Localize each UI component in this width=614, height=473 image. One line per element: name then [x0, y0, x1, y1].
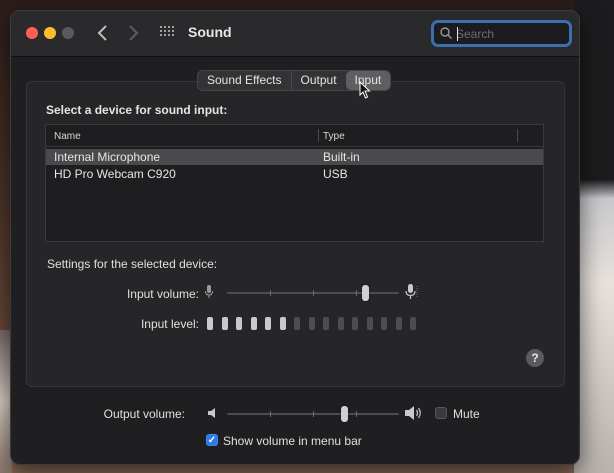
- input-level-segment: [309, 317, 315, 330]
- microphone-quiet-icon: [205, 285, 213, 298]
- table-row[interactable]: HD Pro Webcam C920 USB: [46, 166, 543, 182]
- mute-checkbox[interactable]: [435, 407, 447, 419]
- column-header-name[interactable]: Name: [54, 131, 81, 142]
- settings-heading: Settings for the selected device:: [47, 257, 218, 271]
- input-volume-slider[interactable]: [227, 283, 399, 303]
- input-level-segment: [236, 317, 242, 330]
- column-divider[interactable]: [318, 129, 319, 142]
- input-device-heading: Select a device for sound input:: [46, 103, 228, 117]
- input-level-segment: [323, 317, 329, 330]
- minimize-button[interactable]: [44, 27, 56, 39]
- device-name: HD Pro Webcam C920: [54, 167, 176, 181]
- close-button[interactable]: [26, 27, 38, 39]
- text-caret: [457, 27, 458, 41]
- output-volume-knob[interactable]: [341, 406, 348, 422]
- input-device-table[interactable]: Name Type Internal Microphone Built-in H…: [45, 124, 544, 242]
- column-divider[interactable]: [517, 129, 518, 142]
- input-level-segment: [280, 317, 286, 330]
- microphone-loud-icon: [405, 284, 418, 299]
- input-volume-label: Input volume:: [126, 287, 199, 301]
- forward-button[interactable]: [123, 22, 143, 44]
- zoom-button[interactable]: [62, 27, 74, 39]
- device-type: USB: [323, 167, 348, 181]
- input-volume-knob[interactable]: [362, 285, 369, 301]
- back-button[interactable]: [93, 22, 113, 44]
- input-level-segment: [265, 317, 271, 330]
- help-button[interactable]: ?: [526, 349, 544, 367]
- mouse-pointer-icon: [359, 81, 371, 99]
- grid-icon[interactable]: [160, 26, 176, 40]
- column-header-type[interactable]: Type: [323, 131, 345, 142]
- speaker-loud-icon: [405, 406, 421, 420]
- input-level-segment: [381, 317, 387, 330]
- sound-preferences-window: Sound Sound Effects Output Input Select …: [10, 10, 580, 465]
- desktop-background-right: [574, 0, 614, 473]
- device-name: Internal Microphone: [54, 150, 161, 164]
- table-header: Name Type: [46, 125, 543, 147]
- input-level-segment: [222, 317, 228, 330]
- speaker-quiet-icon: [208, 408, 215, 418]
- show-volume-menubar-label: Show volume in menu bar: [223, 434, 362, 448]
- input-level-segment: [207, 317, 213, 330]
- input-level-segment: [294, 317, 300, 330]
- input-level-label: Input level:: [140, 317, 199, 331]
- chevron-left-icon: [97, 25, 107, 41]
- device-type: Built-in: [323, 150, 360, 164]
- input-level-segment: [352, 317, 358, 330]
- tab-output[interactable]: Output: [292, 71, 346, 90]
- titlebar: Sound: [11, 11, 579, 57]
- mute-label: Mute: [453, 407, 480, 421]
- search-input[interactable]: [456, 25, 566, 42]
- input-level-segment: [338, 317, 344, 330]
- window-title: Sound: [188, 24, 232, 40]
- tab-sound-effects[interactable]: Sound Effects: [198, 71, 292, 90]
- output-volume-label: Output volume:: [103, 407, 185, 421]
- table-row[interactable]: Internal Microphone Built-in: [46, 149, 543, 165]
- input-level-segment: [410, 317, 416, 330]
- chevron-right-icon: [129, 25, 139, 41]
- input-level-segment: [367, 317, 373, 330]
- input-level-segment: [396, 317, 402, 330]
- input-level-segment: [251, 317, 257, 330]
- show-volume-menubar-checkbox[interactable]: ✓: [206, 434, 218, 446]
- output-volume-slider[interactable]: [227, 404, 399, 424]
- search-icon: [440, 27, 452, 39]
- search-field[interactable]: [431, 20, 572, 47]
